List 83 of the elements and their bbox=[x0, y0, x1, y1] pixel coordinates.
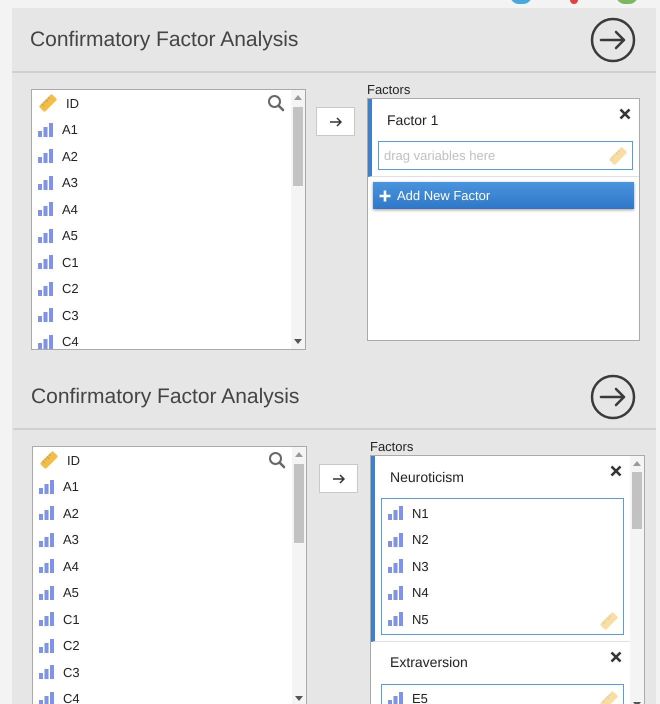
variable-name[interactable]: C4 bbox=[62, 332, 79, 349]
variable-name[interactable]: N2 bbox=[412, 530, 429, 550]
variable-name[interactable]: A1 bbox=[63, 477, 79, 496]
bar-chart-icon bbox=[38, 176, 54, 190]
bar-chart-icon bbox=[39, 532, 55, 547]
factors-label: Factors bbox=[367, 81, 412, 98]
variable-name[interactable]: C3 bbox=[62, 306, 79, 325]
variable-name[interactable]: C2 bbox=[62, 279, 79, 298]
variable-name[interactable]: N5 bbox=[412, 610, 429, 629]
bar-chart-icon bbox=[388, 506, 404, 520]
drop-field[interactable]: E5 bbox=[381, 684, 624, 704]
bar-chart-icon bbox=[388, 532, 404, 547]
bar-chart-icon bbox=[39, 506, 55, 520]
bar-chart-icon bbox=[39, 586, 55, 600]
search-icon[interactable] bbox=[268, 451, 286, 469]
scroll-up-icon[interactable] bbox=[295, 452, 303, 457]
bar-chart-icon bbox=[38, 334, 54, 349]
bar-chart-icon bbox=[39, 480, 55, 494]
variable-name[interactable]: C3 bbox=[63, 662, 80, 682]
variable-name[interactable]: A4 bbox=[63, 556, 79, 576]
variable-name[interactable]: C4 bbox=[63, 689, 80, 704]
variable-name[interactable]: A4 bbox=[62, 200, 78, 219]
variable-name[interactable]: C1 bbox=[63, 610, 80, 629]
variable-name[interactable]: A1 bbox=[62, 120, 78, 140]
bar-chart-icon bbox=[39, 559, 55, 574]
right-arrow-icon bbox=[329, 116, 342, 126]
plus-icon bbox=[379, 190, 391, 202]
variable-name[interactable]: ID bbox=[67, 450, 80, 470]
bar-chart-icon bbox=[38, 149, 54, 164]
scroll-down-icon[interactable] bbox=[294, 339, 302, 344]
factors-label: Factors bbox=[370, 438, 414, 455]
panel-title: Confirmatory Factor Analysis bbox=[31, 384, 300, 410]
scrollbar-thumb[interactable] bbox=[632, 472, 642, 529]
variable-name[interactable]: A2 bbox=[63, 504, 79, 523]
close-icon[interactable] bbox=[619, 108, 631, 120]
bar-chart-icon bbox=[38, 122, 54, 137]
factor-title[interactable]: Extraversion bbox=[390, 652, 468, 673]
variable-name[interactable]: C2 bbox=[63, 636, 80, 656]
scrollbar-thumb[interactable] bbox=[293, 107, 303, 186]
close-icon[interactable] bbox=[610, 465, 622, 477]
bar-chart-icon bbox=[388, 692, 404, 704]
variable-name[interactable]: A5 bbox=[62, 226, 78, 246]
bar-chart-icon bbox=[39, 692, 55, 704]
variable-list[interactable]: ID A1 A2 A3 A4 A5 C1 C2 C3 C4 bbox=[31, 89, 306, 350]
variable-name[interactable]: ID bbox=[66, 94, 79, 113]
bar-chart-icon bbox=[39, 612, 55, 626]
bar-chart-icon bbox=[38, 202, 54, 216]
bar-chart-icon bbox=[38, 308, 54, 322]
bar-chart-icon bbox=[38, 228, 54, 243]
move-button[interactable] bbox=[319, 464, 358, 493]
scrollbar-thumb[interactable] bbox=[294, 464, 304, 543]
close-icon[interactable] bbox=[610, 650, 622, 662]
variable-name[interactable]: C1 bbox=[62, 252, 79, 272]
bar-chart-icon bbox=[39, 665, 55, 680]
variable-name[interactable]: N4 bbox=[412, 583, 429, 602]
move-button[interactable] bbox=[316, 107, 355, 136]
bar-chart-icon bbox=[388, 586, 404, 600]
scroll-up-icon[interactable] bbox=[633, 461, 641, 466]
variable-name[interactable]: N3 bbox=[412, 556, 429, 576]
placeholder-text: drag variables here bbox=[384, 147, 496, 165]
arrow-circle-icon[interactable] bbox=[590, 16, 636, 62]
variable-name[interactable]: A5 bbox=[63, 583, 79, 602]
add-factor-button[interactable]: Add New Factor bbox=[373, 182, 634, 209]
factor-title[interactable]: Factor 1 bbox=[387, 110, 438, 130]
variable-list[interactable]: ID A1 A2 A3 A4 A5 C1 C2 C3 C4 bbox=[32, 446, 307, 704]
variable-name[interactable]: A2 bbox=[62, 146, 78, 166]
factor-title[interactable]: Neuroticism bbox=[390, 466, 464, 488]
bar-chart-icon bbox=[38, 255, 54, 270]
variable-name[interactable]: N1 bbox=[412, 504, 429, 523]
right-arrow-icon bbox=[332, 474, 345, 484]
variable-name[interactable]: E5 bbox=[412, 689, 428, 704]
scroll-down-icon[interactable] bbox=[295, 696, 303, 701]
scroll-up-icon[interactable] bbox=[294, 95, 302, 100]
bar-chart-icon bbox=[388, 612, 404, 626]
search-icon[interactable] bbox=[267, 94, 285, 112]
bar-chart-icon bbox=[39, 638, 55, 653]
arrow-circle-icon[interactable] bbox=[590, 374, 636, 420]
variable-name[interactable]: A3 bbox=[62, 173, 78, 192]
bar-chart-icon bbox=[388, 559, 404, 574]
panel-title: Confirmatory Factor Analysis bbox=[30, 26, 298, 53]
bar-chart-icon bbox=[38, 282, 54, 296]
variable-name[interactable]: A3 bbox=[63, 530, 79, 550]
drop-field[interactable]: N1 N2 N3 N4 N5 bbox=[381, 498, 624, 634]
